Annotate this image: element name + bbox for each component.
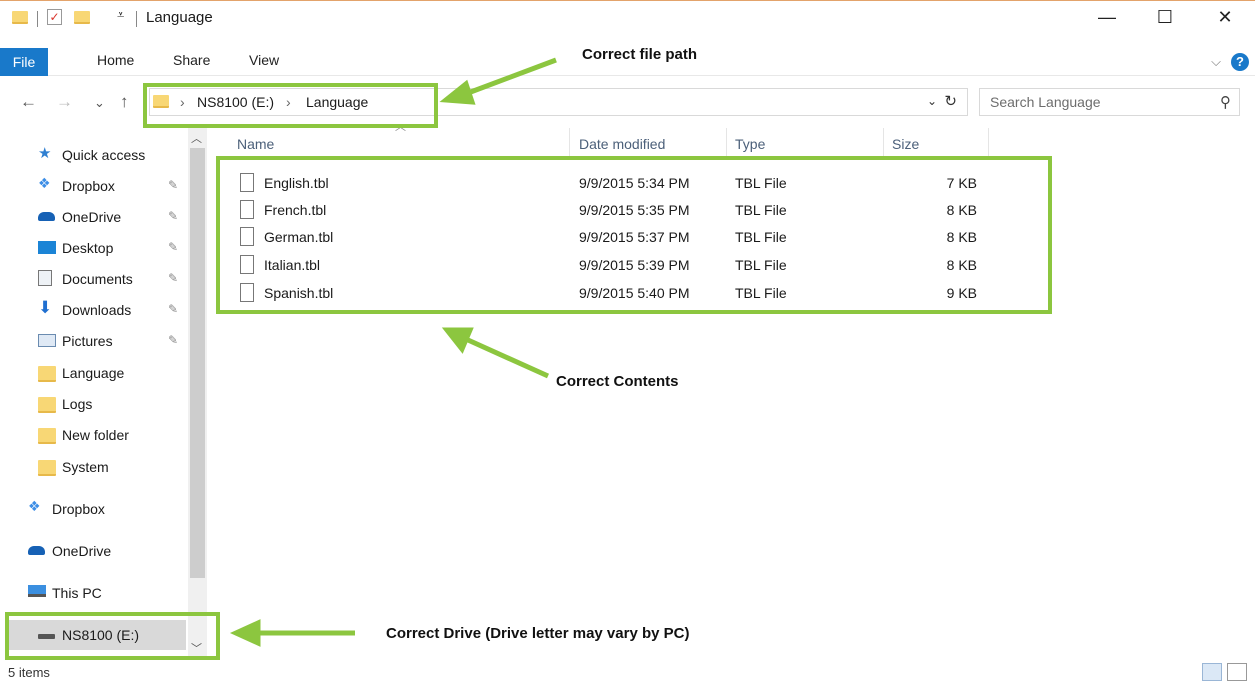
details-view-icon[interactable]: [1202, 663, 1222, 681]
annotation-contents-label: Correct Contents: [556, 373, 679, 390]
annotation-arrows: [229, 57, 557, 647]
status-item-count: 5 items: [8, 665, 50, 680]
arrow-path-head: [439, 79, 476, 105]
arrow-path-line: [467, 57, 557, 96]
large-icons-view-icon[interactable]: [1227, 663, 1247, 681]
arrow-contents-head: [441, 327, 474, 354]
annotation-path-label: Correct file path: [582, 46, 698, 63]
annotation-drive-label: Correct Drive (Drive letter may vary by …: [386, 625, 690, 642]
arrow-contents-line: [466, 337, 550, 379]
arrow-drive-head: [229, 619, 261, 647]
